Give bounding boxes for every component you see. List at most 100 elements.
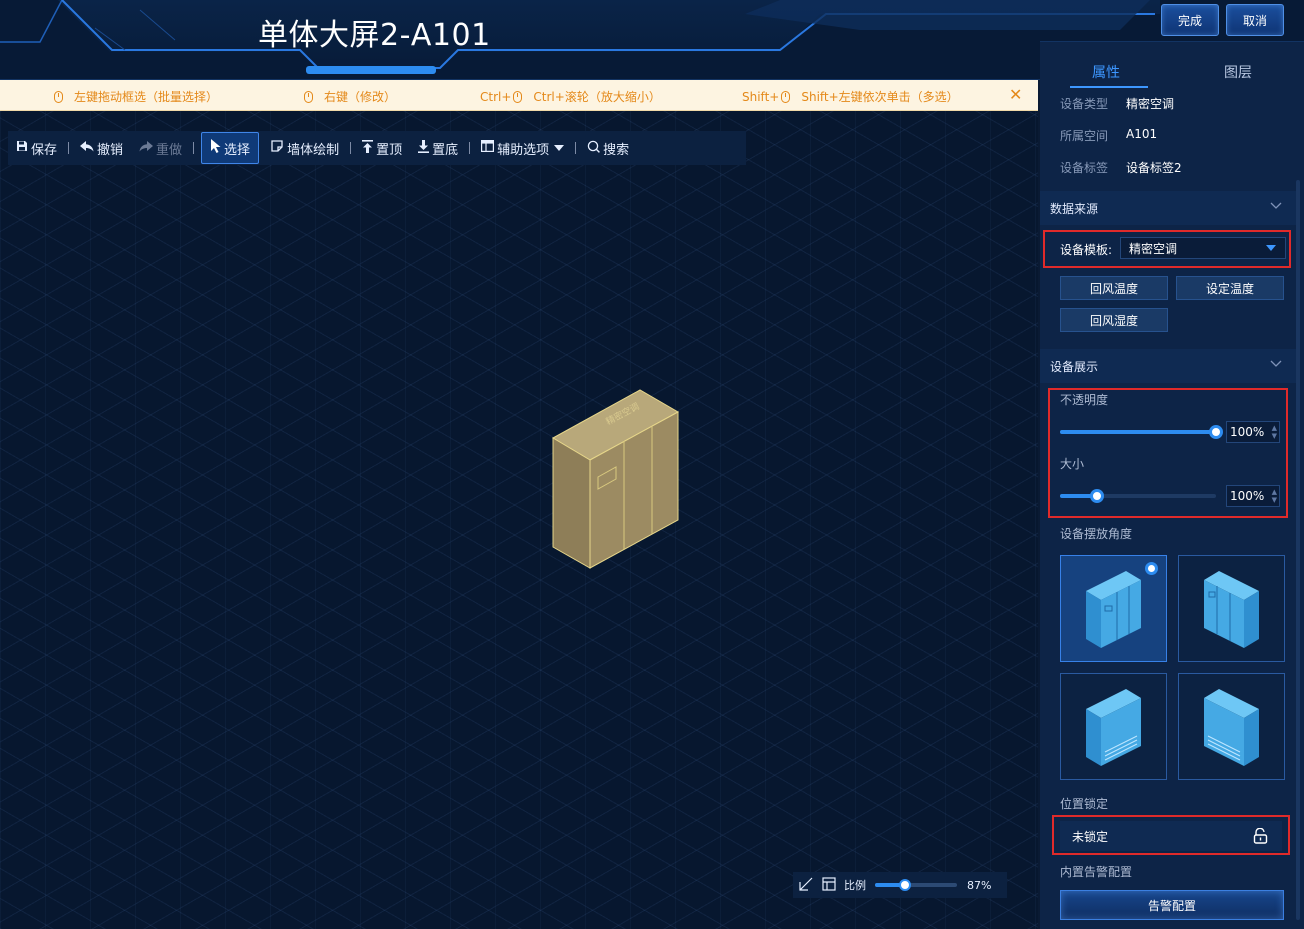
size-slider[interactable] (1060, 489, 1216, 503)
prop-key: 设备标签 (1060, 161, 1109, 175)
tip-multi-select: Shift+ Shift+左键依次单击（多选） (742, 88, 959, 105)
tab-properties[interactable]: 属性 (1092, 62, 1120, 82)
save-button[interactable]: 保存 (8, 131, 65, 165)
select-button[interactable]: 选择 (201, 132, 260, 164)
alarm-config-button[interactable]: 告警配置 (1060, 890, 1284, 920)
tip-zoom-text: Ctrl+滚轮（放大缩小） (533, 90, 661, 104)
redo-icon (139, 140, 154, 156)
template-label: 设备模板: (1060, 243, 1113, 257)
tips-bar: 左键拖动框选（批量选择） 右键（修改） Ctrl+ Ctrl+滚轮（放大缩小） … (0, 80, 1038, 111)
cabinet-back-left-icon (1086, 689, 1141, 766)
angle-option-1[interactable] (1060, 555, 1167, 662)
prop-key: 设备类型 (1060, 97, 1109, 111)
cabinet-front-right-icon (1204, 571, 1259, 648)
tip-right-click: 右键（修改） (304, 88, 396, 105)
search-icon (587, 140, 601, 157)
field-return-air-temp[interactable]: 回风温度 (1060, 276, 1168, 300)
tip-zoom: Ctrl+ Ctrl+滚轮（放大缩小） (480, 88, 661, 105)
unlock-icon[interactable] (1253, 827, 1268, 847)
tip-right-click-text: 右键（修改） (324, 90, 397, 104)
lock-status: 未锁定 (1072, 829, 1109, 844)
done-button[interactable]: 完成 (1161, 4, 1219, 36)
opacity-value: 100% (1230, 425, 1265, 439)
alarm-config-label: 内置告警配置 (1060, 865, 1133, 879)
prop-value: A101 (1126, 127, 1158, 141)
undo-button[interactable]: 撤销 (72, 131, 131, 165)
prop-key: 所属空间 (1060, 129, 1109, 143)
toolbar-divider (469, 142, 471, 154)
toolbar: 保存 撤销 重做 选择 墙体绘制 置顶 置底 辅助选项 搜索 (8, 131, 746, 165)
mouse-icon (513, 90, 523, 103)
zoom-slider-thumb[interactable] (898, 879, 911, 891)
opacity-slider-thumb[interactable] (1209, 425, 1223, 439)
opacity-slider-fill (1060, 430, 1216, 434)
save-label: 保存 (31, 142, 58, 158)
zoom-value: 87% (967, 878, 992, 892)
cursor-icon (210, 139, 221, 157)
precision-ac-device[interactable]: 精密空调 (540, 381, 690, 581)
section-device-display[interactable]: 设备展示 (1040, 349, 1298, 383)
size-input[interactable]: 100% ▲ ▼ (1226, 485, 1280, 507)
prop-device-tag: 设备标签 设备标签2 (1060, 159, 1182, 176)
chevron-down-icon (1270, 358, 1282, 371)
wall-draw-icon (271, 139, 284, 157)
angle-option-4[interactable] (1178, 673, 1285, 780)
cancel-button[interactable]: 取消 (1226, 4, 1284, 36)
tip-box-select-text: 左键拖动框选（批量选择） (74, 90, 219, 104)
opacity-slider[interactable] (1060, 425, 1223, 439)
fit-view-icon[interactable] (799, 877, 813, 894)
redo-label: 重做 (156, 142, 183, 158)
field-return-air-humidity[interactable]: 回风湿度 (1060, 308, 1168, 332)
bring-to-top-label: 置顶 (376, 142, 403, 158)
toolbar-divider (350, 142, 352, 154)
template-select[interactable]: 精密空调 (1120, 237, 1286, 259)
stepper-icon[interactable]: ▲ ▼ (1272, 424, 1277, 440)
search-button[interactable]: 搜索 (579, 131, 637, 165)
editor-canvas[interactable]: 保存 撤销 重做 选择 墙体绘制 置顶 置底 辅助选项 搜索 精密空调 比例 8… (0, 111, 1038, 929)
toolbar-divider (575, 142, 577, 154)
tip-box-select: 左键拖动框选（批量选择） (54, 88, 218, 105)
undo-label: 撤销 (97, 142, 124, 158)
arrow-down-icon (418, 139, 430, 157)
lock-label: 位置锁定 (1060, 797, 1109, 811)
tip-zoom-prefix: Ctrl+ (480, 89, 512, 104)
opacity-input[interactable]: 100% ▲ ▼ (1226, 421, 1280, 443)
send-to-bottom-button[interactable]: 置底 (410, 131, 466, 165)
select-label: 选择 (224, 142, 251, 158)
selected-radio-icon (1145, 562, 1158, 575)
close-icon[interactable]: ✕ (1009, 85, 1022, 104)
prop-value: 精密空调 (1126, 97, 1175, 111)
cabinet-back-right-icon (1204, 689, 1259, 766)
layout-view-icon[interactable] (822, 876, 836, 894)
angle-label: 设备摆放角度 (1060, 527, 1133, 541)
position-lock-toggle[interactable]: 未锁定 (1060, 821, 1282, 851)
section-title: 数据来源 (1050, 201, 1099, 216)
size-value: 100% (1230, 489, 1265, 503)
zoom-label: 比例 (844, 879, 866, 892)
opacity-label: 不透明度 (1060, 393, 1109, 407)
redo-button[interactable]: 重做 (131, 131, 190, 165)
wall-draw-label: 墙体绘制 (287, 142, 340, 158)
zoom-bar: 比例 87% (793, 872, 1007, 898)
section-data-source[interactable]: 数据来源 (1040, 191, 1298, 225)
bring-to-top-button[interactable]: 置顶 (354, 131, 410, 165)
send-to-bottom-label: 置底 (432, 142, 459, 158)
zoom-slider[interactable] (875, 879, 957, 891)
wall-draw-button[interactable]: 墙体绘制 (263, 131, 347, 165)
angle-option-3[interactable] (1060, 673, 1167, 780)
stepper-icon[interactable]: ▲ ▼ (1272, 488, 1277, 504)
save-icon (16, 140, 28, 156)
angle-option-2[interactable] (1178, 555, 1285, 662)
assist-options-label: 辅助选项 (497, 142, 550, 158)
mouse-icon (304, 90, 313, 103)
panel-tabs: 属性 图层 (1040, 42, 1304, 88)
prop-space: 所属空间 A101 (1060, 127, 1157, 144)
panel-scrollbar[interactable] (1296, 180, 1300, 920)
chevron-down-icon (1270, 200, 1282, 213)
tab-layers[interactable]: 图层 (1224, 62, 1252, 82)
section-title: 设备展示 (1050, 359, 1099, 374)
field-set-temp[interactable]: 设定温度 (1176, 276, 1284, 300)
properties-panel: 属性 图层 设备类型 精密空调 所属空间 A101 设备标签 设备标签2 数据来… (1040, 42, 1304, 929)
prop-value: 设备标签2 (1126, 161, 1182, 175)
assist-options-dropdown[interactable]: 辅助选项 (473, 131, 572, 165)
